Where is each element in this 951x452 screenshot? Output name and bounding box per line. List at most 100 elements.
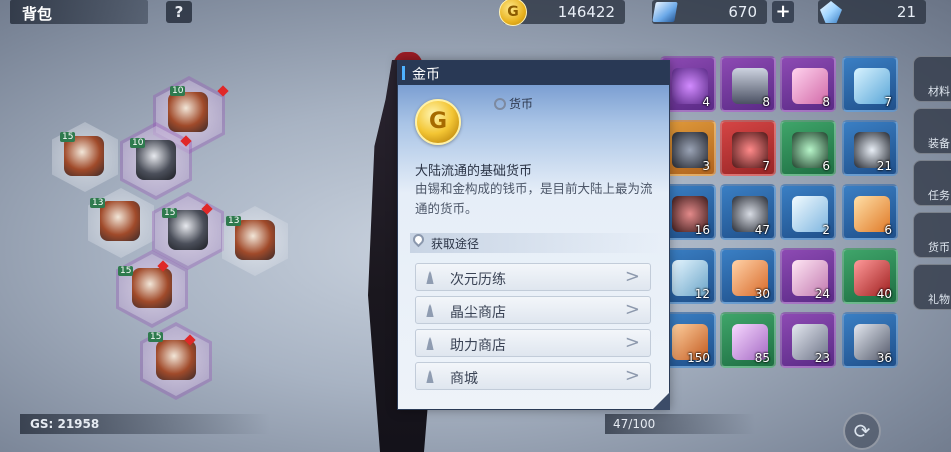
tower-icon xyxy=(426,370,434,383)
tower-icon xyxy=(426,337,434,350)
tab-label: 礼物 xyxy=(928,293,950,306)
tab-materials[interactable]: 材料 xyxy=(913,56,951,102)
item-count: 8 xyxy=(822,95,830,109)
source-label: 助力商店 xyxy=(450,338,506,354)
add-gems-button[interactable]: + xyxy=(772,1,794,23)
help-button[interactable]: ? xyxy=(166,1,192,23)
source-button-support-shop[interactable]: 助力商店 > xyxy=(415,329,651,357)
tab-quest[interactable]: 任务 xyxy=(913,160,951,206)
item-count: 7 xyxy=(762,159,770,173)
tab-currency[interactable]: 货币 xyxy=(913,212,951,258)
inventory-slot[interactable]: 6 xyxy=(780,120,836,176)
equip-level: 15 xyxy=(118,266,134,276)
top-bar: 背包 ? G 146422 670 + 21 xyxy=(0,0,951,26)
equip-level: 15 xyxy=(60,132,76,142)
source-label: 晶尘商店 xyxy=(450,305,506,321)
gold-coin-icon: G xyxy=(499,0,527,26)
item-category: 货币 xyxy=(509,97,534,111)
item-count: 7 xyxy=(884,95,892,109)
item-subtitle: 大陆流通的基础货币 xyxy=(415,164,533,179)
inventory-capacity: 47/100 xyxy=(605,414,755,434)
inventory-slot[interactable]: 24 xyxy=(780,248,836,304)
inventory-slot[interactable]: 40 xyxy=(842,248,898,304)
item-detail-popup: 金币 G 货币 大陆流通的基础货币 由锡和金构成的钱币，是目前大陆上最为流通的货… xyxy=(397,60,670,410)
category-icon xyxy=(494,98,506,110)
gold-counter: G 146422 xyxy=(499,0,625,26)
source-button-dimension-trial[interactable]: 次元历练 > xyxy=(415,263,651,291)
chevron-right-icon: > xyxy=(624,365,640,386)
item-count: 8 xyxy=(762,95,770,109)
popup-corner-decoration xyxy=(652,392,670,410)
equip-level: 10 xyxy=(130,138,146,148)
popup-title: 金币 xyxy=(412,67,440,83)
boots-item xyxy=(156,340,196,380)
tab-label: 材料 xyxy=(928,85,950,98)
item-count: 85 xyxy=(754,351,770,365)
inventory-slot[interactable]: 36 xyxy=(842,312,898,368)
crystal-icon xyxy=(820,1,842,23)
popup-header: 金币 xyxy=(398,61,669,85)
item-count: 12 xyxy=(694,287,710,301)
equip-level: 13 xyxy=(226,216,242,226)
source-button-mall[interactable]: 商城 > xyxy=(415,362,651,390)
gem-counter: 670 xyxy=(652,0,767,24)
header-accent xyxy=(402,66,405,80)
item-count: 16 xyxy=(694,223,710,237)
legs-item xyxy=(132,268,172,308)
item-count: 3 xyxy=(702,159,710,173)
inventory-slot[interactable]: 21 xyxy=(842,120,898,176)
item-count: 47 xyxy=(754,223,770,237)
item-count: 4 xyxy=(702,95,710,109)
source-header: 获取途径 xyxy=(410,231,662,253)
page-title: 背包 xyxy=(10,0,148,24)
gem-amount: 670 xyxy=(728,3,757,21)
chevron-right-icon: > xyxy=(624,299,640,320)
inventory-slot[interactable]: 8 xyxy=(720,56,776,112)
refresh-icon: ⟳ xyxy=(853,419,871,443)
tab-equipment[interactable]: 装备 xyxy=(913,108,951,154)
inventory-slot[interactable]: 2 xyxy=(780,184,836,240)
item-count: 6 xyxy=(822,159,830,173)
sort-button[interactable]: ⟳ xyxy=(843,412,881,450)
inventory-slot[interactable]: 6 xyxy=(842,184,898,240)
shoulder-item xyxy=(64,136,104,176)
gold-amount: 146422 xyxy=(557,3,615,21)
gold-coin-icon: G xyxy=(415,99,461,145)
gear-score: GS: 21958 xyxy=(20,414,270,434)
item-count: 23 xyxy=(814,351,830,365)
crystal-amount: 21 xyxy=(896,3,916,21)
item-count: 21 xyxy=(876,159,892,173)
arm-item xyxy=(100,201,140,241)
tab-gift[interactable]: 礼物 xyxy=(913,264,951,310)
item-count: 150 xyxy=(687,351,710,365)
item-count: 36 xyxy=(876,351,892,365)
source-label: 次元历练 xyxy=(450,272,506,288)
gauntlet-item xyxy=(235,220,275,260)
inventory-slot[interactable]: 23 xyxy=(780,312,836,368)
inventory-slot[interactable]: 47 xyxy=(720,184,776,240)
source-header-label: 获取途径 xyxy=(431,237,480,251)
source-button-crystal-shop[interactable]: 晶尘商店 > xyxy=(415,296,651,324)
source-label: 商城 xyxy=(450,371,478,387)
tab-label: 装备 xyxy=(928,137,950,150)
inventory-slot[interactable]: 7 xyxy=(842,56,898,112)
item-description: 由锡和金构成的钱币，是目前大陆上最为流通的货币。 xyxy=(415,181,653,216)
tab-label: 货币 xyxy=(928,241,950,254)
inventory-slot[interactable]: 8 xyxy=(780,56,836,112)
item-count: 2 xyxy=(822,223,830,237)
tower-icon xyxy=(426,304,434,317)
location-pin-icon xyxy=(410,231,427,248)
item-count: 24 xyxy=(814,287,830,301)
item-count: 6 xyxy=(884,223,892,237)
item-count: 40 xyxy=(876,287,892,301)
crystal-counter: 21 xyxy=(818,0,926,24)
equip-level: 15 xyxy=(148,332,164,342)
item-count: 30 xyxy=(754,287,770,301)
gem-icon xyxy=(652,2,678,22)
inventory-slot[interactable]: 7 xyxy=(720,120,776,176)
helmet-item xyxy=(168,92,208,132)
tower-icon xyxy=(426,271,434,284)
inventory-slot[interactable]: 30 xyxy=(720,248,776,304)
inventory-slot[interactable]: 85 xyxy=(720,312,776,368)
chevron-right-icon: > xyxy=(624,332,640,353)
